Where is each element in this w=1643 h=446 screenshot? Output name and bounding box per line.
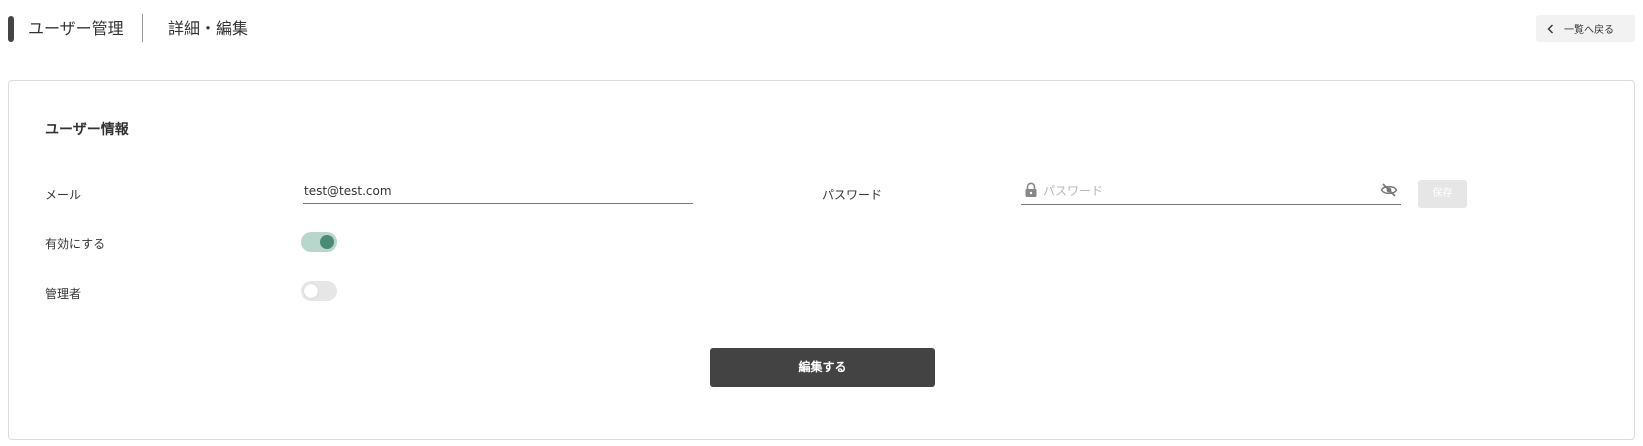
back-button-label: 一覧へ戻る [1564, 25, 1614, 36]
save-password-button[interactable]: 保存 [1418, 180, 1467, 208]
page-title: ユーザー管理 [28, 19, 124, 38]
lock-icon [1024, 182, 1038, 202]
admin-label: 管理者 [45, 287, 82, 301]
enabled-label: 有効にする [45, 237, 106, 251]
back-to-list-button[interactable]: 一覧へ戻る [1536, 15, 1635, 42]
email-field[interactable] [303, 182, 693, 204]
header-divider [142, 14, 143, 42]
toggle-knob [320, 235, 334, 249]
user-info-card: ユーザー情報 メール パスワード 保存 有効にする 管理者 編集する [8, 80, 1635, 440]
header-accent-bar [8, 16, 14, 42]
section-title: ユーザー情報 [45, 122, 129, 138]
page-subtitle: 詳細・編集 [168, 19, 249, 38]
password-field-wrapper [1021, 180, 1401, 205]
chevron-left-icon [1547, 24, 1554, 34]
edit-button[interactable]: 編集する [710, 348, 935, 387]
email-label: メール [45, 188, 82, 202]
admin-toggle[interactable] [301, 281, 337, 301]
page-header: ユーザー管理 詳細・編集 一覧へ戻る [0, 0, 1643, 58]
toggle-knob [304, 284, 318, 298]
password-field[interactable] [1043, 182, 1373, 200]
eye-off-icon[interactable] [1380, 182, 1398, 202]
enabled-toggle[interactable] [301, 232, 337, 252]
password-label: パスワード [822, 188, 883, 202]
